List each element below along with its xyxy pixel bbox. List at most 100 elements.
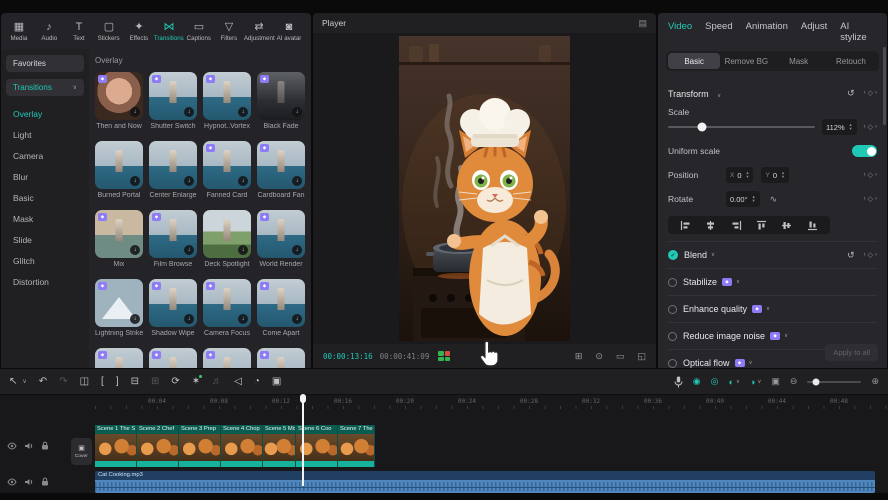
trim-left-icon[interactable]: [ bbox=[101, 376, 104, 388]
reset-blend-icon[interactable]: ↺ bbox=[847, 250, 855, 261]
auto-snap-icon[interactable]: ◎ bbox=[711, 376, 719, 387]
transition-item[interactable]: ◆ ↓ Mix bbox=[95, 210, 143, 270]
transition-thumbnail[interactable]: ◆ ↓ bbox=[257, 141, 305, 189]
transition-item[interactable]: ◆ ↓ Come Apart bbox=[257, 279, 305, 339]
keyframe-diamond-icon[interactable]: ◇ bbox=[868, 195, 873, 203]
tab-text[interactable]: T Text bbox=[64, 21, 94, 42]
nav-slide[interactable]: Slide bbox=[6, 229, 84, 250]
chevron-down-icon[interactable]: ∨ bbox=[711, 252, 715, 258]
reverse-icon[interactable]: ⟳ bbox=[171, 376, 179, 388]
transition-thumbnail[interactable]: ◆ ↓ bbox=[203, 348, 251, 368]
align-bottom-icon[interactable] bbox=[807, 220, 818, 231]
step-down-icon[interactable]: ▼ bbox=[781, 175, 785, 180]
download-icon[interactable]: ↓ bbox=[238, 314, 248, 324]
transition-thumbnail[interactable]: ◆ ↓ bbox=[203, 72, 251, 120]
blend-checkbox[interactable]: ✓ bbox=[668, 250, 678, 260]
video-clip[interactable]: Scene 1 The S bbox=[95, 425, 137, 467]
transition-item[interactable]: ◆ ↓ bbox=[203, 348, 251, 368]
color-bars-icon[interactable] bbox=[438, 351, 450, 361]
scale-keyframe-control[interactable]: ‹ ◇ › bbox=[864, 123, 877, 131]
tab-adjustment[interactable]: ⇄ Adjustment bbox=[244, 21, 274, 42]
tab-filters[interactable]: ▽ Filters bbox=[214, 21, 244, 42]
chevron-down-icon[interactable]: ∨ bbox=[717, 93, 721, 99]
transition-thumbnail[interactable]: ◆ ↓ bbox=[203, 141, 251, 189]
transition-item[interactable]: ◆ ↓ World Render bbox=[257, 210, 305, 270]
download-icon[interactable]: ↓ bbox=[292, 314, 302, 324]
download-icon[interactable]: ↓ bbox=[292, 107, 302, 117]
favorites-button[interactable]: Favorites bbox=[6, 55, 84, 72]
transition-thumbnail[interactable]: ◆ ↓ bbox=[257, 348, 305, 368]
display-settings-icon[interactable]: ▤ bbox=[638, 18, 647, 29]
align-center-horizontal-icon[interactable] bbox=[705, 220, 716, 231]
transition-thumbnail[interactable]: ◆ ↓ bbox=[149, 141, 197, 189]
lock-track-icon[interactable] bbox=[41, 477, 49, 486]
align-top-icon[interactable] bbox=[756, 220, 767, 231]
nav-basic[interactable]: Basic bbox=[6, 187, 84, 208]
select-tool-caret[interactable]: ∨ bbox=[22, 376, 26, 388]
tab-audio[interactable]: ♪ Audio bbox=[34, 21, 64, 42]
keyframe-prev-icon[interactable]: ‹ bbox=[864, 172, 866, 178]
chevron-down-icon[interactable]: ∨ bbox=[766, 306, 770, 312]
position-x-stepper[interactable]: ▲ ▼ bbox=[746, 171, 750, 180]
insp-tab-speed[interactable]: Speed bbox=[705, 21, 732, 43]
reset-transform-icon[interactable]: ↺ bbox=[847, 88, 855, 99]
transitions-group-button[interactable]: Transitions ∨ bbox=[6, 79, 84, 96]
transition-item[interactable]: ◆ ↓ Hypnot..Vortex bbox=[203, 72, 251, 132]
download-icon[interactable]: ↓ bbox=[238, 245, 248, 255]
insp-tab-animation[interactable]: Animation bbox=[746, 21, 788, 43]
mic-icon[interactable] bbox=[674, 376, 683, 388]
zoom-out-icon[interactable]: ⊖ bbox=[790, 376, 798, 387]
mute-track-icon[interactable] bbox=[24, 442, 34, 450]
speaker-icon[interactable]: ◁ bbox=[234, 376, 242, 388]
transition-thumbnail[interactable]: ◆ ↓ bbox=[95, 279, 143, 327]
transition-item[interactable]: ◆ ↓ bbox=[257, 348, 305, 368]
nav-glitch[interactable]: Glitch bbox=[6, 250, 84, 271]
position-y-stepper[interactable]: ▲ ▼ bbox=[781, 171, 785, 180]
transition-thumbnail[interactable]: ◆ ↓ bbox=[149, 210, 197, 258]
feature-checkbox[interactable] bbox=[668, 305, 677, 314]
download-icon[interactable]: ↓ bbox=[130, 245, 140, 255]
chevron-down-icon[interactable]: ∨ bbox=[749, 360, 753, 366]
video-preview[interactable] bbox=[399, 36, 570, 341]
nav-camera[interactable]: Camera bbox=[6, 145, 84, 166]
download-icon[interactable]: ↓ bbox=[292, 245, 302, 255]
zoom-in-icon[interactable]: ⊕ bbox=[871, 376, 879, 387]
video-clip[interactable]: Scene 2 Chef bbox=[137, 425, 179, 467]
preview-quality-icon[interactable]: ⊞ bbox=[575, 351, 583, 362]
tab-stickers[interactable]: ▢ Stickers bbox=[94, 21, 124, 42]
transition-thumbnail[interactable]: ◆ ↓ bbox=[257, 210, 305, 258]
keyframe-diamond-icon[interactable]: ◇ bbox=[868, 171, 873, 179]
transition-thumbnail[interactable]: ◆ ↓ bbox=[149, 348, 197, 368]
scale-value-field[interactable]: 112% ▲ ▼ bbox=[822, 119, 857, 135]
timeline-zoom-slider[interactable] bbox=[807, 381, 861, 383]
video-clip[interactable]: Scene 4 Chop bbox=[221, 425, 263, 467]
transition-item[interactable]: ◆ ↓ Lightning Strike bbox=[95, 279, 143, 339]
video-clip[interactable]: Scene 7 The bbox=[338, 425, 375, 467]
playhead[interactable] bbox=[302, 395, 304, 486]
linkage-icon[interactable]: ◐∨ bbox=[728, 377, 739, 387]
row-stabilize[interactable]: Stabilize ◆ ∨ bbox=[668, 268, 877, 295]
transition-thumbnail[interactable]: ◆ ↓ bbox=[203, 210, 251, 258]
keyframe-prev-icon[interactable]: ‹ bbox=[864, 90, 866, 96]
insp-tab-adjust[interactable]: Adjust bbox=[801, 21, 827, 43]
transition-item[interactable]: ◆ ↓ Black Fade bbox=[257, 72, 305, 132]
keyframe-next-icon[interactable]: › bbox=[875, 172, 877, 178]
transform-keyframe-control[interactable]: ‹ ◇ › bbox=[864, 89, 877, 97]
download-icon[interactable]: ↓ bbox=[130, 107, 140, 117]
avatar-icon[interactable]: ◔ bbox=[254, 376, 260, 388]
rotate-stepper[interactable]: ▲ ▼ bbox=[752, 195, 756, 204]
download-icon[interactable]: ↓ bbox=[238, 107, 248, 117]
download-icon[interactable]: ↓ bbox=[130, 176, 140, 186]
rotate-dial-icon[interactable]: ∿ bbox=[770, 194, 778, 205]
nav-mask[interactable]: Mask bbox=[6, 208, 84, 229]
transition-thumbnail[interactable]: ◆ ↓ bbox=[149, 279, 197, 327]
position-x-field[interactable]: X 0 ▲ ▼ bbox=[726, 167, 753, 183]
transition-item[interactable]: ◆ ↓ Burned Portal bbox=[95, 141, 143, 201]
chevron-down-icon[interactable]: ∨ bbox=[736, 279, 740, 285]
scale-slider-knob[interactable] bbox=[697, 123, 706, 132]
keyframe-prev-icon[interactable]: ‹ bbox=[864, 124, 866, 130]
transition-item[interactable]: ◆ ↓ Camera Focus bbox=[203, 279, 251, 339]
keyframe-next-icon[interactable]: › bbox=[875, 196, 877, 202]
tab-effects[interactable]: ✦ Effects bbox=[124, 21, 154, 42]
keyframe-next-icon[interactable]: › bbox=[875, 90, 877, 96]
